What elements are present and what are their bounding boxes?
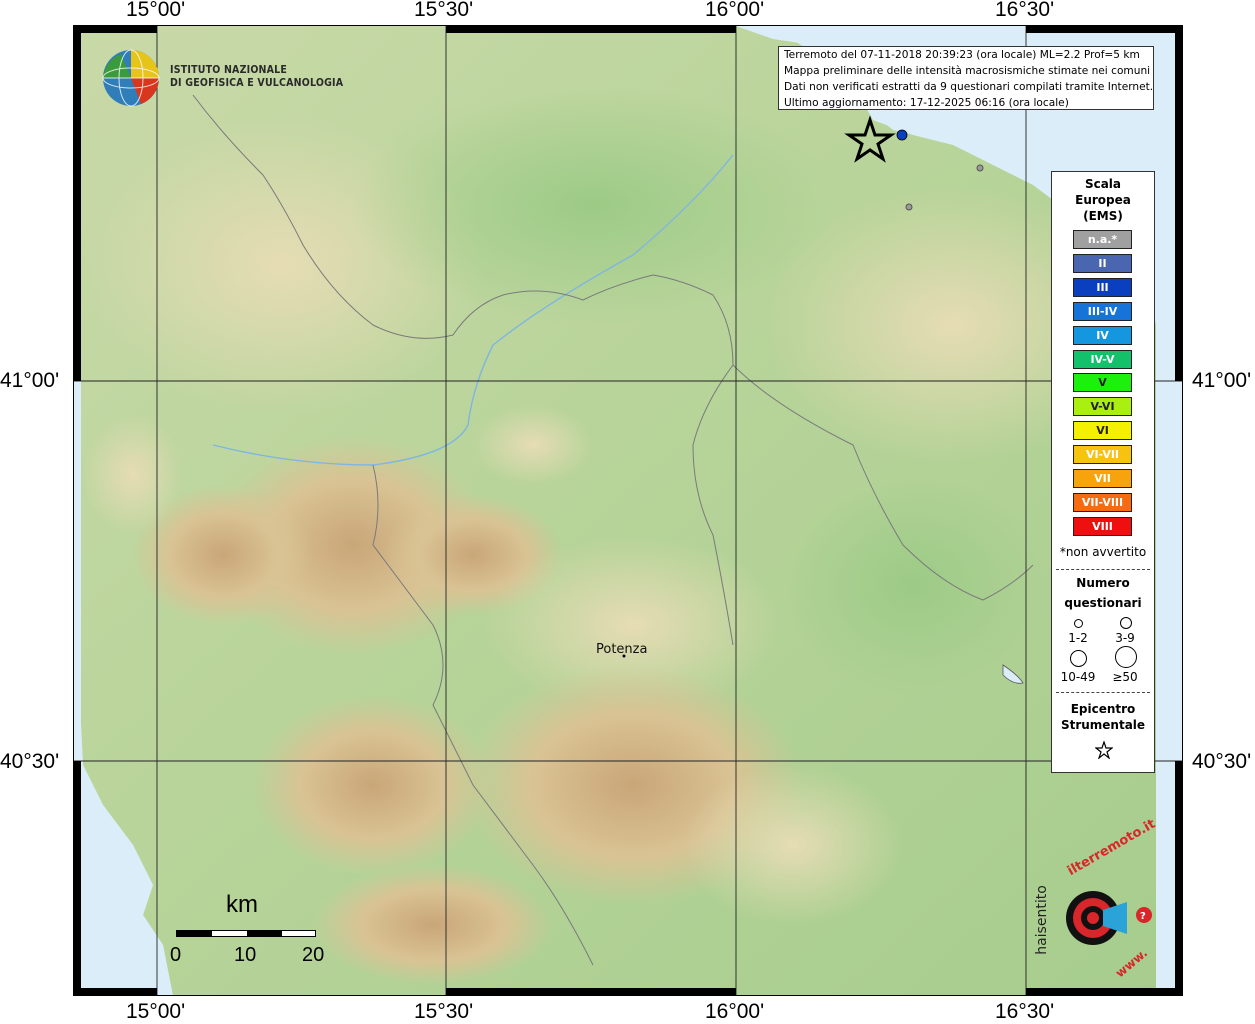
- size-circle-medium: [1120, 617, 1132, 629]
- institute-line2: DI GEOFISICA E VULCANOLOGIA: [170, 77, 344, 89]
- lat-label-left-1: 41°00': [0, 369, 60, 392]
- size-circle-large: [1070, 650, 1087, 667]
- legend-swatch: VIII: [1073, 516, 1132, 536]
- svg-text:?: ?: [1140, 911, 1146, 922]
- legend-swatch: VI: [1073, 421, 1132, 441]
- scale-bar: [176, 930, 316, 937]
- numero-line2: questionari: [1064, 596, 1142, 610]
- legend-swatch: IV-V: [1073, 349, 1132, 369]
- lon-label-bottom-1: 15°00': [126, 1000, 186, 1023]
- lon-label-bottom-3: 16°00': [705, 1000, 765, 1023]
- institute-line1: ISTITUTO NAZIONALE: [170, 64, 288, 76]
- scale-tick-10: 10: [234, 944, 257, 966]
- epicentro-title: Epicentro Strumentale: [1052, 701, 1154, 733]
- lon-label-top-1: 15°00': [126, 0, 186, 21]
- legend-title-2: Europea: [1075, 193, 1131, 207]
- legend-swatch: III-IV: [1073, 301, 1132, 321]
- legend-swatch: VII-VIII: [1073, 492, 1132, 512]
- legend-swatch: III: [1073, 277, 1132, 297]
- legend: Scala Europea (EMS) n.a.* II III III-IV IV IV…: [1051, 171, 1155, 773]
- legend-swatch: V: [1073, 373, 1132, 393]
- scale-tick-0: 0: [170, 944, 182, 966]
- size-label-2: 3-9: [1115, 631, 1135, 645]
- info-line2: Mappa preliminare delle intensità macros…: [784, 65, 1151, 77]
- institute-name: ISTITUTO NAZIONALE DI GEOFISICA E VULCAN…: [170, 64, 343, 90]
- legend-swatch: VI-VII: [1073, 445, 1132, 465]
- size-circle-small: [1074, 619, 1083, 628]
- info-line4: Ultimo aggiornamento: 17-12-2025 06:16 (…: [784, 97, 1069, 109]
- lat-label-right-2: 40°30': [1192, 750, 1252, 773]
- legend-swatch: n.a.*: [1073, 230, 1132, 249]
- legend-swatch: II: [1073, 253, 1132, 273]
- lon-label-bottom-2: 15°30': [414, 1000, 474, 1023]
- lat-label-left-2: 40°30': [0, 750, 60, 773]
- ingv-logo: [101, 48, 161, 108]
- scale-tick-20: 20: [302, 944, 325, 966]
- town-marker: [905, 203, 913, 211]
- info-line3: Dati non verificati estratti da 9 questi…: [784, 81, 1154, 93]
- town-marker: [976, 164, 984, 172]
- legend-title: Scala Europea (EMS): [1052, 176, 1154, 224]
- info-box: Terremoto del 07-11-2018 20:39:23 (ora l…: [778, 46, 1154, 110]
- legend-swatch: IV: [1073, 325, 1132, 345]
- epicenter-star-icon: [1094, 740, 1114, 763]
- lon-label-top-2: 15°30': [414, 0, 474, 21]
- lat-label-right-1: 41°00': [1192, 369, 1252, 392]
- size-circle-xlarge: [1115, 646, 1137, 668]
- legend-swatch: V-VI: [1073, 397, 1132, 417]
- lon-label-top-4: 16°30': [995, 0, 1055, 21]
- non-avvertito-note: *non avvertito: [1059, 545, 1147, 559]
- haisentito-logo[interactable]: ? haisentito ilterremoto.it www.: [1034, 817, 1160, 985]
- legend-divider: [1056, 569, 1150, 570]
- intensity-point: [896, 129, 908, 141]
- city-label-potenza: Potenza: [596, 642, 648, 657]
- numero-line1: Numero: [1076, 576, 1130, 590]
- lon-label-bottom-4: 16°30': [995, 1000, 1055, 1023]
- haisentito-text: haisentito: [1034, 885, 1050, 955]
- numero-title: Numero questionari: [1052, 573, 1154, 613]
- info-line1: Terremoto del 07-11-2018 20:39:23 (ora l…: [784, 49, 1140, 61]
- legend-swatch: VII: [1073, 469, 1132, 488]
- legend-title-3: (EMS): [1083, 209, 1123, 223]
- legend-divider: [1056, 692, 1150, 693]
- lon-label-top-3: 16°00': [705, 0, 765, 21]
- scale-unit: km: [226, 891, 258, 918]
- epicentro-line2: Strumentale: [1060, 718, 1146, 732]
- legend-title-1: Scala: [1084, 177, 1122, 191]
- relief-map[interactable]: [73, 25, 1183, 996]
- epicentro-line1: Epicentro: [1070, 702, 1136, 716]
- size-label-4: ≥50: [1112, 670, 1138, 684]
